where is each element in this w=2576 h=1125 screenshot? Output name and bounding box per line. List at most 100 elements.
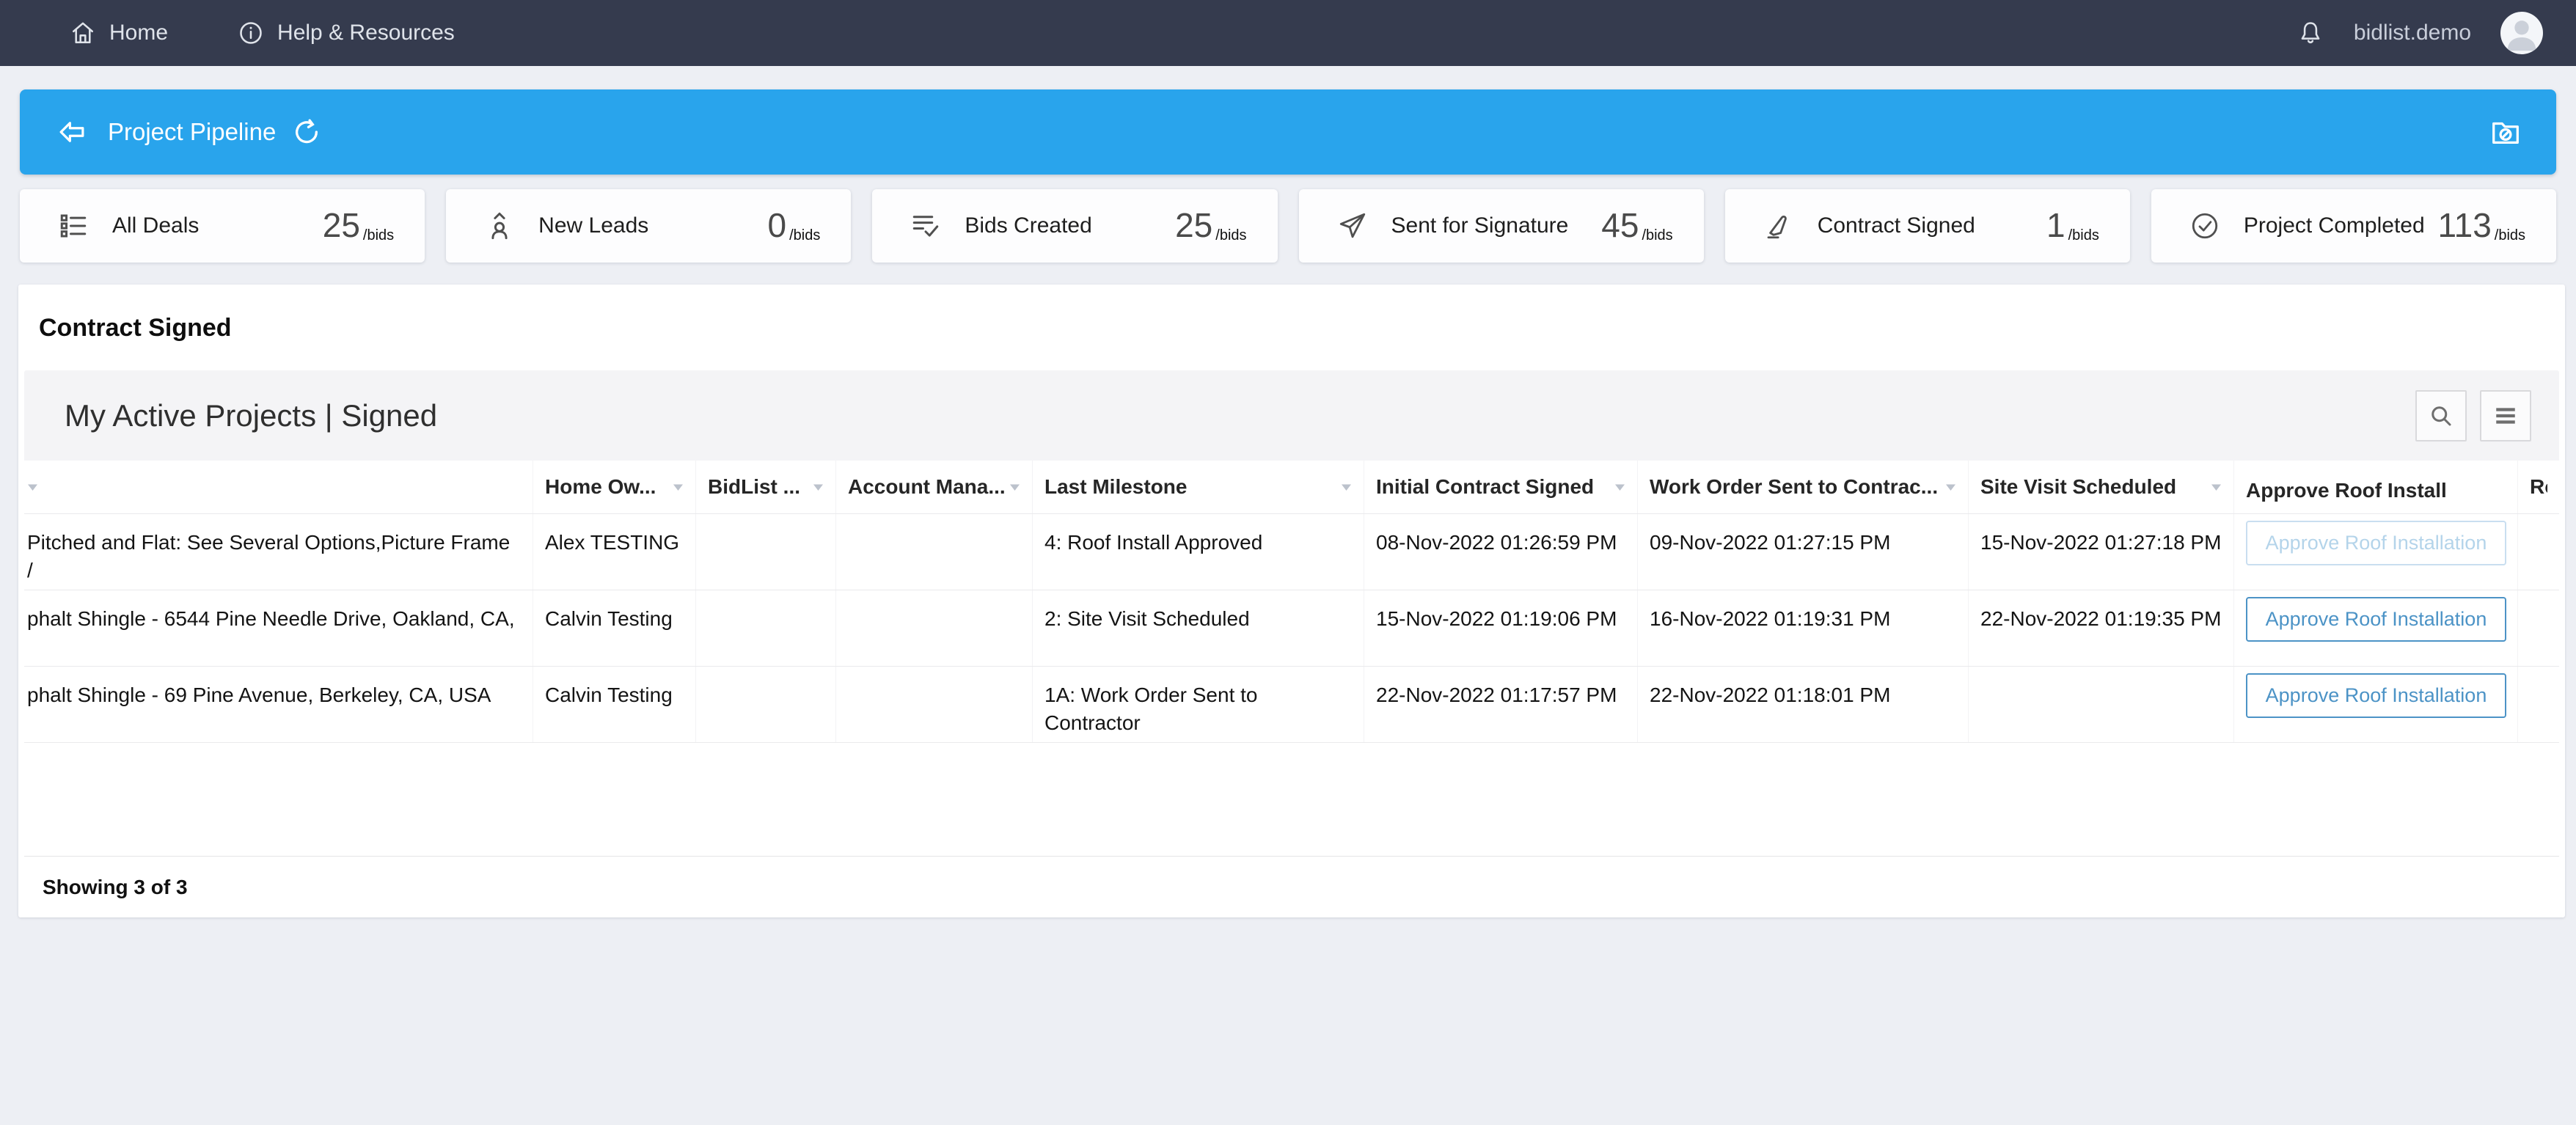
- refresh-icon[interactable]: [292, 117, 321, 147]
- kpi-card-sent-for-signature[interactable]: Sent for Signature 45/bids: [1299, 189, 1704, 263]
- approve-cell: Approve Roof Installation: [2234, 514, 2518, 590]
- nav-home[interactable]: Home: [70, 20, 168, 46]
- home-icon: [70, 20, 96, 46]
- menu-button[interactable]: [2480, 390, 2531, 441]
- column-header-initial-contract-signed[interactable]: Initial Contract Signed: [1364, 461, 1638, 513]
- info-icon: [238, 20, 264, 46]
- column-header-site-visit-scheduled[interactable]: Site Visit Scheduled: [1969, 461, 2234, 513]
- nav-help[interactable]: Help & Resources: [238, 20, 455, 46]
- sort-triangle-icon: [1009, 483, 1020, 491]
- kpi-label: All Deals: [112, 213, 199, 238]
- sort-triangle-icon: [27, 483, 38, 491]
- username-label[interactable]: bidlist.demo: [2354, 21, 2471, 45]
- kpi-card-contract-signed[interactable]: Contract Signed 1/bids: [1725, 189, 2130, 263]
- project-cell: phalt Shingle - 6544 Pine Needle Drive, …: [24, 590, 533, 666]
- table-header-row: Home Ow... BidList ... Account Mana... L…: [24, 461, 2559, 514]
- kpi-card-new-leads[interactable]: New Leads 0/bids: [446, 189, 851, 263]
- row-count-label: Showing 3 of 3: [43, 876, 188, 899]
- column-header-roof[interactable]: Roo: [2518, 461, 2559, 513]
- site-visit-scheduled-cell: 15-Nov-2022 01:27:18 PM: [1969, 514, 2234, 590]
- kpi-value: 1: [2046, 208, 2065, 242]
- approve-cell: Approve Roof Installation: [2234, 667, 2518, 742]
- column-header-last-milestone[interactable]: Last Milestone: [1033, 461, 1364, 513]
- table-row[interactable]: phalt Shingle - 6544 Pine Needle Drive, …: [24, 590, 2559, 667]
- initial-contract-signed-cell: 15-Nov-2022 01:19:06 PM: [1364, 590, 1638, 666]
- roof-cell: [2518, 590, 2559, 666]
- active-projects-subpanel: My Active Projects | Signed H: [24, 370, 2559, 917]
- approve-roof-installation-button[interactable]: Approve Roof Installation: [2246, 597, 2506, 642]
- column-header-project[interactable]: [24, 461, 533, 513]
- page-title: Contract Signed: [24, 285, 2559, 370]
- kpi-card-project-completed[interactable]: Project Completed 113/bids: [2151, 189, 2556, 263]
- approve-cell: Approve Roof Installation: [2234, 590, 2518, 666]
- column-header-home-owner[interactable]: Home Ow...: [533, 461, 696, 513]
- notifications-bell-icon[interactable]: [2297, 19, 2324, 47]
- kpi-label: Contract Signed: [1818, 213, 1975, 238]
- kpi-unit: /bids: [1642, 227, 1672, 244]
- kpi-card-all-deals[interactable]: All Deals 25/bids: [20, 189, 425, 263]
- search-icon: [2428, 403, 2454, 429]
- approve-roof-installation-button[interactable]: Approve Roof Installation: [2246, 673, 2506, 718]
- check-circle-icon: [2189, 210, 2220, 241]
- hamburger-menu-icon: [2493, 403, 2518, 428]
- kpi-unit: /bids: [789, 227, 820, 244]
- avatar[interactable]: [2500, 12, 2543, 54]
- project-cell: phalt Shingle - 69 Pine Avenue, Berkeley…: [24, 667, 533, 742]
- back-arrow-icon[interactable]: [56, 117, 87, 147]
- table-row[interactable]: Pitched and Flat: See Several Options,Pi…: [24, 514, 2559, 590]
- work-order-sent-cell: 09-Nov-2022 01:27:15 PM: [1638, 514, 1969, 590]
- kpi-value: 0: [768, 208, 787, 242]
- table-empty-space: [24, 743, 2559, 856]
- banner-title: Project Pipeline: [108, 118, 276, 146]
- bid-lines-check-icon: [910, 210, 941, 241]
- column-header-bidlist[interactable]: BidList ...: [696, 461, 836, 513]
- home-owner-cell: Alex TESTING: [533, 514, 696, 590]
- contract-signed-panel: Contract Signed My Active Projects | Sig…: [18, 285, 2565, 917]
- nav-home-label: Home: [109, 21, 168, 45]
- sort-triangle-icon: [673, 483, 684, 491]
- account-manager-cell: [836, 590, 1033, 666]
- account-manager-cell: [836, 514, 1033, 590]
- kpi-label: New Leads: [538, 213, 648, 238]
- kpi-unit: /bids: [2068, 227, 2099, 244]
- kpi-value: 25: [323, 208, 360, 242]
- roof-cell: [2518, 667, 2559, 742]
- last-milestone-cell: 4: Roof Install Approved: [1033, 514, 1364, 590]
- folder-block-icon[interactable]: [2489, 115, 2522, 149]
- search-button[interactable]: [2415, 390, 2467, 441]
- last-milestone-cell: 2: Site Visit Scheduled: [1033, 590, 1364, 666]
- work-order-sent-cell: 16-Nov-2022 01:19:31 PM: [1638, 590, 1969, 666]
- table-footer: Showing 3 of 3: [24, 856, 2559, 917]
- column-header-work-order-sent[interactable]: Work Order Sent to Contrac...: [1638, 461, 1969, 513]
- kpi-label: Sent for Signature: [1391, 213, 1569, 238]
- kpi-cards-row: All Deals 25/bids New Leads 0/bids Bids …: [20, 189, 2556, 263]
- last-milestone-cell: 1A: Work Order Sent to Contractor: [1033, 667, 1364, 742]
- column-header-approve-roof-install[interactable]: Approve Roof Install: [2234, 461, 2518, 513]
- kpi-value: 113: [2437, 208, 2491, 242]
- subpanel-header: My Active Projects | Signed: [24, 370, 2559, 461]
- sort-triangle-icon: [2211, 483, 2222, 491]
- table-row[interactable]: phalt Shingle - 69 Pine Avenue, Berkeley…: [24, 667, 2559, 743]
- kpi-unit: /bids: [2495, 227, 2525, 244]
- paper-plane-icon: [1337, 210, 1368, 241]
- nav-help-label: Help & Resources: [277, 21, 455, 45]
- sort-triangle-icon: [1614, 483, 1625, 491]
- bidlist-cell: [696, 667, 836, 742]
- roof-cell: [2518, 514, 2559, 590]
- kpi-label: Bids Created: [965, 213, 1091, 238]
- sort-triangle-icon: [1945, 483, 1956, 491]
- approve-roof-installation-button[interactable]: Approve Roof Installation: [2246, 521, 2506, 565]
- kpi-card-bids-created[interactable]: Bids Created 25/bids: [872, 189, 1277, 263]
- column-header-account-manager[interactable]: Account Mana...: [836, 461, 1033, 513]
- home-owner-cell: Calvin Testing: [533, 667, 696, 742]
- work-order-sent-cell: 22-Nov-2022 01:18:01 PM: [1638, 667, 1969, 742]
- initial-contract-signed-cell: 22-Nov-2022 01:17:57 PM: [1364, 667, 1638, 742]
- initial-contract-signed-cell: 08-Nov-2022 01:26:59 PM: [1364, 514, 1638, 590]
- bidlist-cell: [696, 590, 836, 666]
- new-lead-icon: [484, 210, 515, 241]
- kpi-unit: /bids: [363, 227, 394, 244]
- sort-triangle-icon: [813, 483, 824, 491]
- signature-pen-icon: [1763, 210, 1794, 241]
- pipeline-banner: Project Pipeline: [20, 89, 2556, 175]
- projects-table: Home Ow... BidList ... Account Mana... L…: [24, 461, 2559, 917]
